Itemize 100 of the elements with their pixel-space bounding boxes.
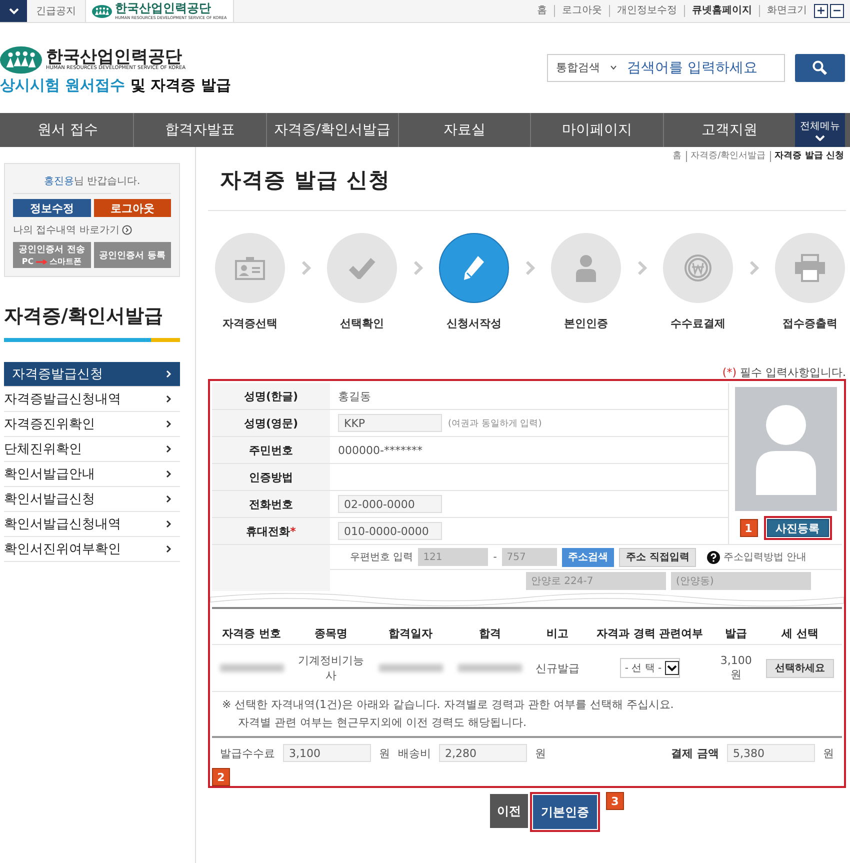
- fee-field[interactable]: 3,100: [283, 744, 371, 762]
- all-menu-button[interactable]: 전체메뉴: [794, 113, 845, 147]
- chevron-right-icon: [166, 520, 172, 528]
- coin-icon: [684, 254, 712, 282]
- select-detail-button[interactable]: 선택하세요: [766, 658, 834, 678]
- column-header: 비고: [529, 608, 586, 644]
- side-menu-item[interactable]: 자격증발급신청내역: [4, 387, 180, 412]
- field-label: 우편번호 입력: [350, 551, 414, 564]
- fee-label: 배송비: [398, 746, 431, 760]
- logout-button[interactable]: 로그아웃: [94, 199, 171, 217]
- chevron-right-icon: [166, 370, 172, 378]
- input-field[interactable]: 010-0000-0000: [338, 522, 442, 540]
- basic-auth-button[interactable]: 기본인증: [533, 795, 597, 829]
- column-header: 세 선택: [758, 608, 842, 644]
- blurred-text: [458, 664, 522, 672]
- chevron-right-icon: [166, 420, 172, 428]
- required-note: (*) 필수 입력사항입니다.: [721, 365, 846, 380]
- column-header: 종목명: [291, 608, 372, 644]
- manual-address-button[interactable]: 주소 직접입력: [618, 548, 696, 566]
- input-field[interactable]: KKP: [338, 414, 442, 432]
- greeting-text: 홍진용님 반갑습니다.: [13, 174, 171, 194]
- top-link[interactable]: 홈: [530, 5, 554, 17]
- chevron-down-icon: [814, 135, 825, 141]
- chevron-right-icon: [166, 470, 172, 478]
- side-menu-item[interactable]: 확인서발급안내: [4, 462, 180, 487]
- fee-field[interactable]: 2,280: [439, 744, 527, 762]
- logo-text: 한국산업인력공단: [46, 49, 182, 66]
- notice-line: 자격별 관련 여부는 현근무지외에 이전 경력도 해당됩니다.: [237, 715, 528, 731]
- nav-menu-item[interactable]: 합격자발표: [133, 113, 266, 147]
- step-number-badge: 2: [212, 768, 230, 786]
- relevance-select[interactable]: - 선 택 -: [620, 658, 680, 678]
- printer-icon: [794, 254, 826, 282]
- table-cell: 기계정비기능사: [298, 654, 364, 682]
- step-number-badge: 3: [606, 792, 624, 810]
- search-button[interactable]: [795, 54, 845, 82]
- fee-field[interactable]: 5,380: [727, 744, 815, 762]
- field-label: 휴대전화*: [212, 518, 330, 544]
- currency-unit: 원: [535, 746, 546, 760]
- zoom-out-button[interactable]: −: [830, 4, 844, 18]
- arrow-right-icon: [36, 258, 48, 264]
- chevron-right-icon: [166, 445, 172, 453]
- chevron-right-icon: [413, 260, 423, 276]
- edit-info-button[interactable]: 정보수정: [13, 199, 90, 217]
- address-help-link[interactable]: 주소입력방법 안내: [723, 550, 806, 564]
- checkmark-icon: [348, 257, 376, 279]
- my-applications-link[interactable]: 나의 접수내역 바로가기: [13, 223, 120, 237]
- breadcrumb-item: 자격증 발급 신청: [770, 151, 846, 162]
- top-link[interactable]: 로그아웃: [554, 5, 609, 17]
- search-field[interactable]: 통합검색 검색어를 입력하세요: [547, 54, 785, 82]
- field-label: 인증방법: [212, 464, 330, 490]
- step-label: 접수증출력: [782, 316, 838, 331]
- page-title: 자격증 발급 신청: [220, 167, 392, 194]
- top-link[interactable]: 개인정보수정: [609, 5, 684, 17]
- side-menu-item[interactable]: 확인서발급신청내역: [4, 512, 180, 537]
- search-scope-select[interactable]: 통합검색: [548, 60, 625, 75]
- step-label: 수수료결제: [670, 316, 726, 331]
- zoom-in-button[interactable]: +: [814, 4, 828, 18]
- photo-register-button[interactable]: 사진등록: [766, 519, 828, 537]
- side-menu-item[interactable]: 단체진위확인: [4, 437, 180, 462]
- step-label: 자격증선택: [222, 316, 278, 331]
- search-icon: [812, 60, 828, 76]
- side-menu-item[interactable]: 자격증진위확인: [4, 412, 180, 437]
- nav-menu-item[interactable]: 원서 접수: [2, 113, 134, 147]
- step-label: 선택확인: [340, 316, 384, 331]
- nav-menu-item[interactable]: 자격증/확인서발급: [266, 113, 398, 147]
- site-title: 상시시험 원서접수 및 자격증 발급: [0, 76, 231, 95]
- chevron-right-icon: [166, 545, 172, 553]
- section-title: 자격증/확인서발급: [4, 304, 164, 329]
- menu-dropdown-button[interactable]: [0, 0, 27, 22]
- separator-text: -: [493, 552, 497, 562]
- breadcrumb-item[interactable]: 자격증/확인서발급: [686, 151, 770, 162]
- person-icon: [574, 254, 598, 282]
- field-value: 000000-*******: [338, 444, 422, 456]
- top-link[interactable]: 큐넷홈페이지: [684, 5, 759, 17]
- table-cell: 신규발급: [535, 662, 580, 674]
- column-header: 발급: [714, 608, 758, 644]
- step-label: 본인인증: [564, 316, 608, 331]
- breadcrumb-item[interactable]: 홈: [668, 151, 686, 162]
- field-label: 주민번호: [212, 437, 330, 463]
- blurred-text: [378, 664, 443, 672]
- input-field[interactable]: 02-000-0000: [338, 495, 442, 513]
- previous-button[interactable]: 이전: [490, 794, 528, 828]
- column-header: 합격: [450, 608, 530, 644]
- step-label: 신청서작성: [446, 316, 502, 331]
- side-menu-item[interactable]: 자격증발급신청: [4, 362, 180, 387]
- nav-menu-item[interactable]: 자료실: [398, 113, 530, 147]
- fee-label: 결제 금액: [671, 746, 719, 760]
- side-menu-item[interactable]: 확인서발급신청: [4, 487, 180, 512]
- arrow-circle-icon: [122, 225, 132, 235]
- side-menu-item[interactable]: 확인서진위여부확인: [4, 537, 180, 562]
- notice-link[interactable]: 긴급공지: [27, 4, 85, 18]
- field-label: 전화번호: [212, 491, 330, 517]
- step-number-badge: 1: [740, 519, 758, 537]
- currency-unit: 원: [379, 746, 390, 760]
- column-header: 자격과 경력 관련여부: [585, 608, 714, 644]
- nav-menu-item[interactable]: 마이페이지: [530, 113, 663, 147]
- notice-line: ※ 선택한 자격내역(1건)은 아래와 같습니다. 자격별로 경력과 관한 여부를 선택해 주십시요.: [222, 697, 675, 713]
- blurred-text: [220, 664, 284, 672]
- chevron-right-icon: [749, 260, 759, 276]
- table-cell: 3,100 원: [720, 654, 752, 681]
